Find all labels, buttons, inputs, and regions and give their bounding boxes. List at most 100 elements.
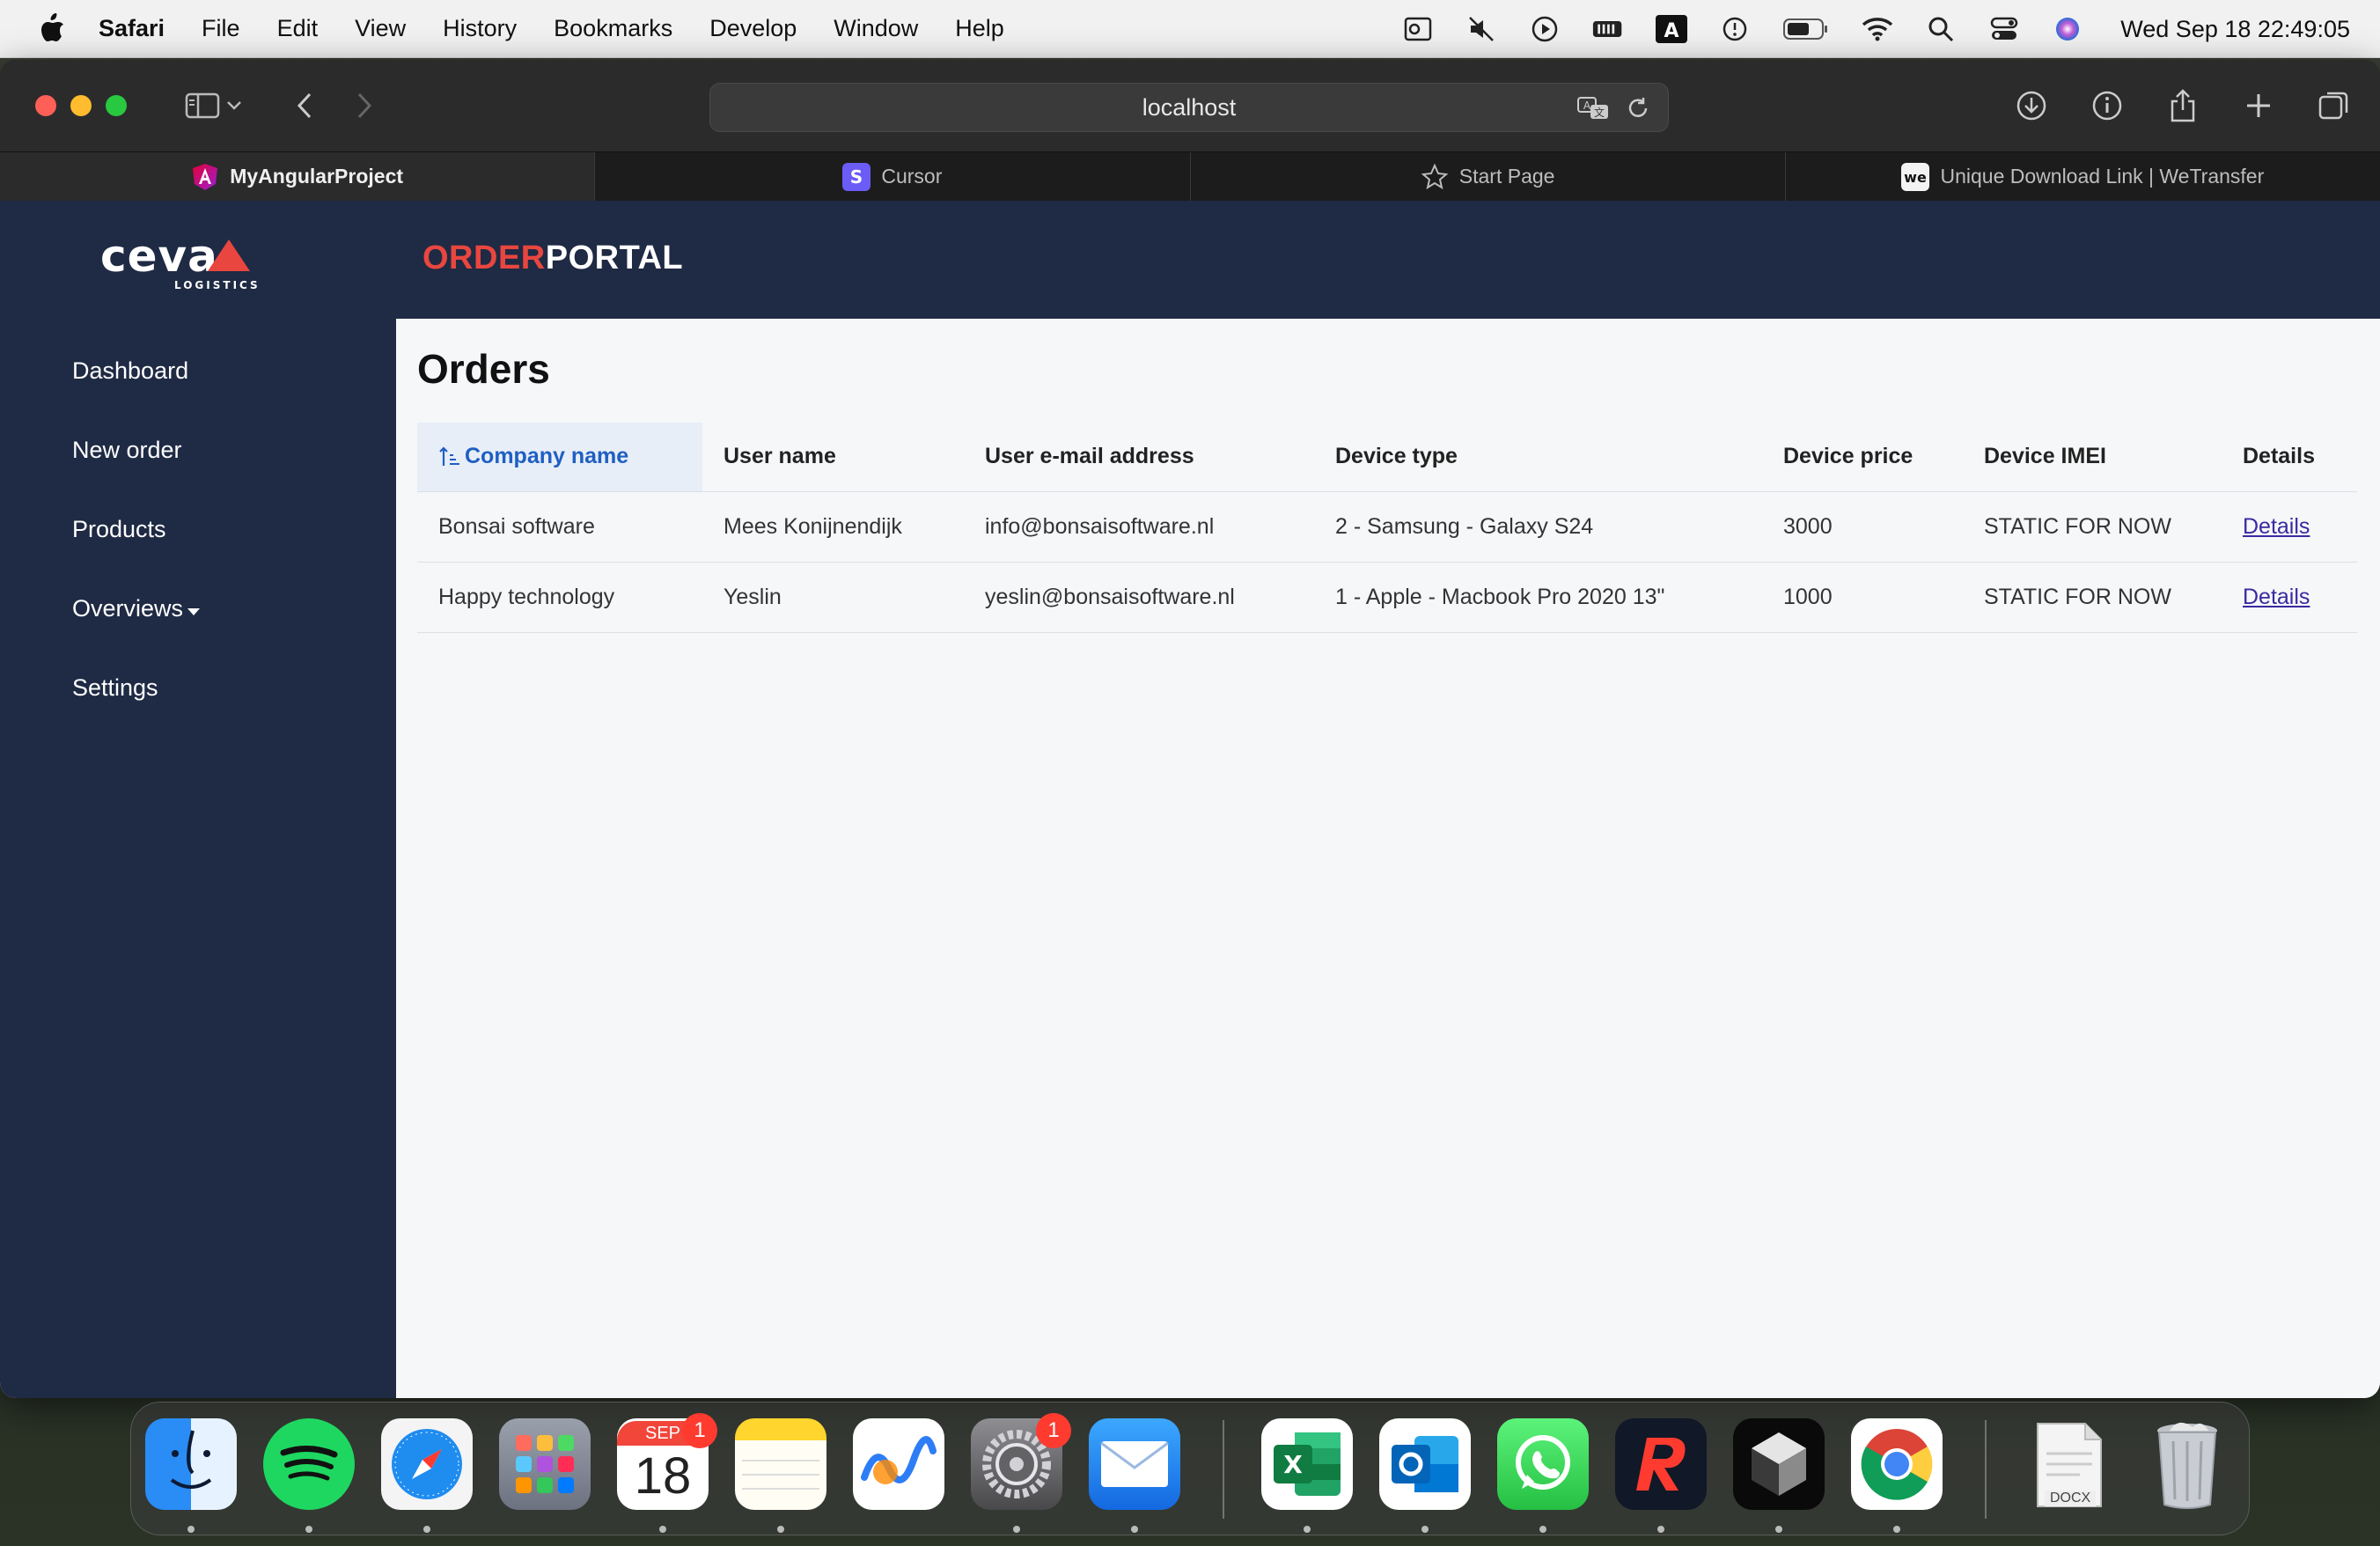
notes-icon[interactable] bbox=[735, 1418, 826, 1510]
battery-meter-icon[interactable] bbox=[1592, 13, 1624, 45]
forward-icon[interactable] bbox=[345, 86, 384, 125]
tab-wetransfer[interactable]: we Unique Download Link | WeTransfer bbox=[1786, 152, 2380, 201]
apple-menu-icon[interactable] bbox=[33, 11, 69, 47]
rider-icon[interactable] bbox=[1615, 1418, 1707, 1510]
cell-details: Details bbox=[2222, 562, 2357, 633]
nav-dashboard[interactable]: Dashboard bbox=[72, 357, 188, 385]
menu-develop[interactable]: Develop bbox=[709, 15, 797, 42]
share-icon[interactable] bbox=[2163, 86, 2202, 125]
spotify-icon[interactable] bbox=[263, 1418, 355, 1510]
column-company-name[interactable]: Company name bbox=[417, 423, 702, 492]
column-details[interactable]: Details bbox=[2222, 423, 2357, 492]
spotlight-icon[interactable] bbox=[1925, 13, 1957, 45]
column-user-email[interactable]: User e-mail address bbox=[964, 423, 1314, 492]
cell-user: Yeslin bbox=[702, 562, 964, 633]
docx-file-icon[interactable]: DOCX bbox=[2024, 1418, 2115, 1510]
system-settings-icon[interactable]: 1 bbox=[971, 1413, 1071, 1510]
zoom-window-button[interactable] bbox=[106, 95, 127, 116]
nav-settings[interactable]: Settings bbox=[72, 674, 158, 702]
tab-cursor[interactable]: S Cursor bbox=[595, 152, 1191, 201]
nav-overviews[interactable]: Overviews bbox=[72, 595, 201, 622]
control-center-icon[interactable] bbox=[1988, 13, 2020, 45]
mute-icon[interactable] bbox=[1465, 13, 1497, 45]
tab-label: Unique Download Link | WeTransfer bbox=[1940, 165, 2265, 188]
downloads-icon[interactable] bbox=[2012, 86, 2051, 125]
tab-label: Cursor bbox=[881, 165, 943, 188]
cell-user: Mees Konijnendijk bbox=[702, 491, 964, 563]
menu-edit[interactable]: Edit bbox=[277, 15, 319, 42]
menu-view[interactable]: View bbox=[355, 15, 406, 42]
launchpad-icon[interactable] bbox=[499, 1418, 591, 1510]
close-window-button[interactable] bbox=[35, 95, 56, 116]
tab-overview-icon[interactable] bbox=[2315, 86, 2354, 125]
caret-down-icon bbox=[187, 595, 201, 622]
column-label: Company name bbox=[465, 444, 629, 469]
menubar-clock[interactable]: Wed Sep 18 22:49:05 bbox=[2120, 16, 2350, 43]
running-indicator bbox=[1013, 1526, 1020, 1533]
tab-myangularproject[interactable]: MyAngularProject bbox=[0, 152, 596, 201]
running-indicator bbox=[1421, 1526, 1429, 1533]
address-bar[interactable]: localhost A文 bbox=[709, 83, 1669, 132]
safari-icon[interactable] bbox=[381, 1418, 473, 1510]
menu-history[interactable]: History bbox=[443, 15, 517, 42]
safari-window: localhost A文 MyAngularProject S Cursor S… bbox=[0, 60, 2380, 1398]
menu-file[interactable]: File bbox=[202, 15, 240, 42]
menu-bookmarks[interactable]: Bookmarks bbox=[554, 15, 672, 42]
url-text: localhost bbox=[1142, 93, 1237, 121]
chevron-down-icon[interactable] bbox=[222, 86, 246, 125]
whatsapp-icon[interactable] bbox=[1497, 1418, 1589, 1510]
screen-time-icon[interactable] bbox=[1719, 13, 1751, 45]
portal-title-accent: ORDER bbox=[422, 239, 546, 276]
chrome-icon[interactable] bbox=[1851, 1418, 1943, 1510]
svg-text:we: we bbox=[1905, 169, 1928, 186]
keyboard-input-icon[interactable]: A bbox=[1656, 13, 1688, 45]
portal-title: ORDERPORTAL bbox=[422, 239, 683, 277]
details-link[interactable]: Details bbox=[2243, 514, 2310, 539]
running-indicator bbox=[1775, 1526, 1782, 1533]
outlook-app-icon[interactable] bbox=[1379, 1418, 1471, 1510]
reload-icon[interactable] bbox=[1620, 91, 1656, 126]
svg-text:文: 文 bbox=[1594, 106, 1605, 119]
menu-window[interactable]: Window bbox=[834, 15, 918, 42]
column-device-imei[interactable]: Device IMEI bbox=[1963, 423, 2222, 492]
browser-toolbar: localhost A文 bbox=[0, 60, 2380, 151]
mail-icon[interactable] bbox=[1089, 1418, 1180, 1510]
freeform-icon[interactable] bbox=[853, 1418, 944, 1510]
calendar-icon[interactable]: SEP 18 1 bbox=[617, 1413, 717, 1510]
cursor-icon: S bbox=[842, 162, 871, 191]
menu-safari[interactable]: Safari bbox=[99, 15, 165, 42]
trash-icon[interactable] bbox=[2141, 1418, 2233, 1510]
running-indicator bbox=[423, 1526, 430, 1533]
play-icon[interactable] bbox=[1529, 13, 1561, 45]
nav-products[interactable]: Products bbox=[72, 516, 166, 543]
siri-icon[interactable] bbox=[2052, 13, 2083, 45]
menu-help[interactable]: Help bbox=[955, 15, 1004, 42]
nav-new-order[interactable]: New order bbox=[72, 437, 182, 464]
sidebar-toggle-icon[interactable] bbox=[183, 86, 222, 125]
table-row: Bonsai software Mees Konijnendijk info@b… bbox=[417, 491, 2357, 563]
excel-icon[interactable]: X bbox=[1261, 1418, 1353, 1510]
calendar-day: 18 bbox=[634, 1447, 692, 1505]
cursor-app-icon[interactable] bbox=[1733, 1418, 1825, 1510]
outlook-icon[interactable] bbox=[1402, 13, 1434, 45]
running-indicator bbox=[187, 1526, 195, 1533]
info-icon[interactable] bbox=[2088, 86, 2127, 125]
wifi-icon[interactable] bbox=[1862, 13, 1893, 45]
minimize-window-button[interactable] bbox=[70, 95, 92, 116]
translate-icon[interactable]: A文 bbox=[1576, 91, 1612, 126]
column-device-price[interactable]: Device price bbox=[1762, 423, 1963, 492]
column-device-type[interactable]: Device type bbox=[1314, 423, 1762, 492]
battery-icon[interactable] bbox=[1782, 13, 1830, 45]
new-tab-icon[interactable] bbox=[2239, 86, 2278, 125]
running-indicator bbox=[1657, 1526, 1664, 1533]
column-user-name[interactable]: User name bbox=[702, 423, 964, 492]
back-icon[interactable] bbox=[285, 86, 324, 125]
finder-icon[interactable] bbox=[145, 1418, 237, 1510]
cell-company: Happy technology bbox=[417, 562, 702, 633]
ceva-logo[interactable]: ceva LOGISTICS bbox=[99, 231, 275, 292]
details-link[interactable]: Details bbox=[2243, 585, 2310, 609]
site-header: ceva LOGISTICS ORDERPORTAL bbox=[0, 201, 2380, 319]
tab-start-page[interactable]: Start Page bbox=[1191, 152, 1786, 201]
dock: SEP 18 1 1 X DOCX bbox=[130, 1402, 2250, 1535]
cell-imei: STATIC FOR NOW bbox=[1963, 491, 2222, 563]
